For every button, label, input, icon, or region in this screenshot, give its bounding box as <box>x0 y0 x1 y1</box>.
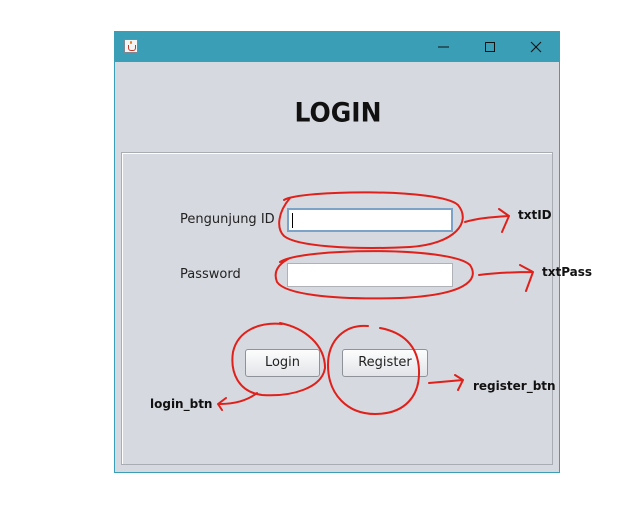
txtid-circle <box>278 191 464 249</box>
login-circle <box>231 322 326 397</box>
login-arrow <box>217 392 258 411</box>
register-circle <box>327 324 421 415</box>
register-arrow <box>428 374 464 391</box>
red-annotation-overlay <box>217 191 534 415</box>
register-btn-annotation: register_btn <box>473 379 556 393</box>
txtpass-circle <box>274 250 474 300</box>
txtpass-arrow <box>478 264 534 292</box>
txtid-arrow <box>464 208 510 233</box>
txtpass-annotation: txtPass <box>542 265 593 279</box>
login-btn-annotation: login_btn <box>150 397 213 411</box>
txtid-annotation: txtID <box>518 208 552 222</box>
